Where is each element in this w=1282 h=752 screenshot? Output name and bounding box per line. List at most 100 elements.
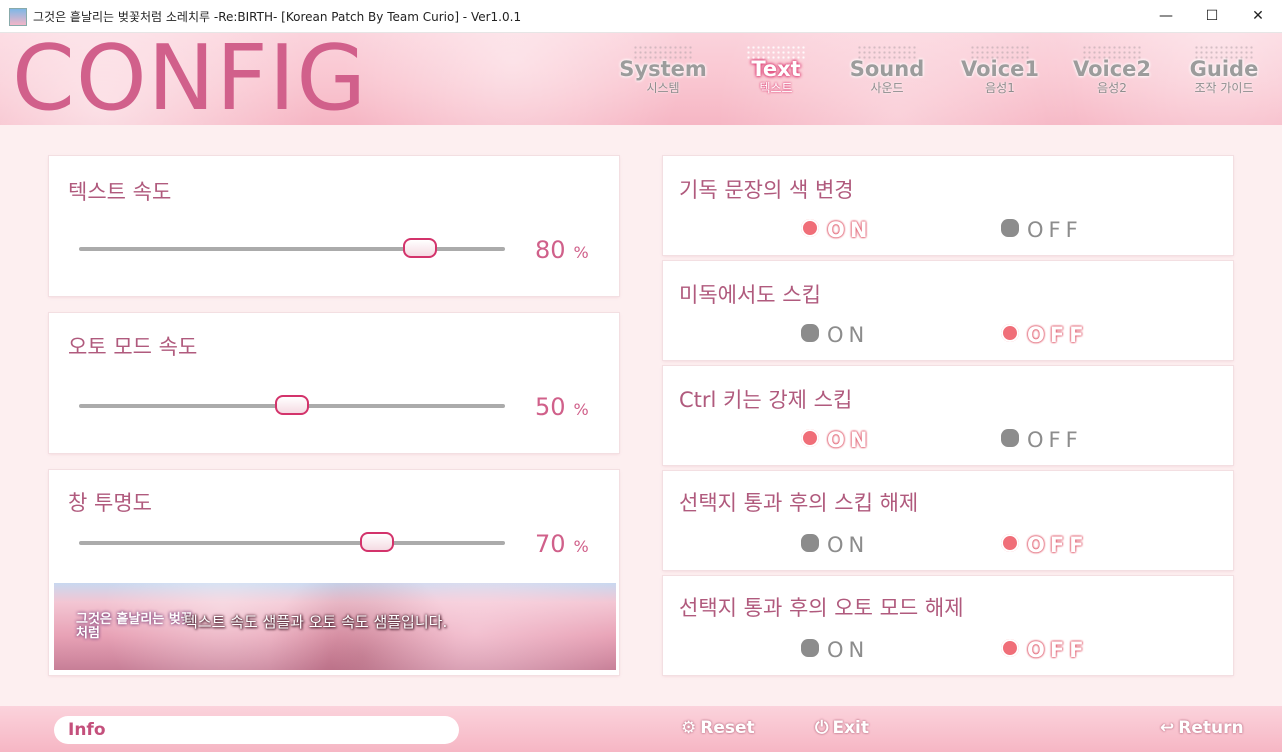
off-toggle[interactable]: OFF	[1001, 638, 1089, 664]
option-label: Ctrl 키는 강제 스킵	[679, 388, 853, 412]
power-icon: ⏻	[815, 718, 829, 738]
tab-system[interactable]: System 시스템	[608, 45, 718, 95]
diamond-marker-icon	[1001, 324, 1019, 342]
gear-icon: ⚙	[681, 718, 697, 738]
value-number: 70	[535, 530, 566, 558]
tab-dots-decoration	[970, 45, 1030, 59]
window-opacity-panel: 창 투명도 70% 그것은 흩날리는 벚꽃처럼 텍스트 속도 샘플과 오토 속도…	[49, 470, 619, 675]
page-title: CONFIG	[12, 33, 368, 125]
option-skip-release-after-choice: 선택지 통과 후의 스킵 해제 ON OFF	[663, 471, 1233, 570]
exit-button[interactable]: ⏻ Exit	[815, 718, 869, 738]
exit-label: Exit	[832, 718, 869, 738]
option-label: 기독 문장의 색 변경	[679, 178, 854, 202]
maximize-button[interactable]: ☐	[1189, 0, 1235, 32]
value-unit: %	[573, 537, 589, 556]
text-speed-label: 텍스트 속도	[68, 180, 172, 204]
toggle-label: OFF	[1027, 533, 1089, 557]
tab-voice1[interactable]: Voice1 음성1	[945, 45, 1055, 95]
window-titlebar: 그것은 흩날리는 벚꽃처럼 소레치루 -Re:BIRTH- [Korean Pa…	[0, 0, 1282, 33]
info-label: Info	[68, 720, 106, 740]
option-auto-release-after-choice: 선택지 통과 후의 오토 모드 해제 ON OFF	[663, 576, 1233, 675]
tab-guide[interactable]: Guide 조작 가이드	[1169, 45, 1279, 95]
text-speed-value: 80%	[535, 236, 589, 264]
diamond-marker-icon	[1001, 534, 1019, 552]
tab-label: Voice2	[1072, 57, 1152, 81]
diamond-marker-icon	[801, 639, 819, 657]
return-arrow-icon: ↩	[1160, 718, 1175, 738]
option-label: 미독에서도 스킵	[679, 283, 821, 307]
tab-text[interactable]: Text 텍스트	[721, 45, 831, 95]
value-number: 50	[535, 393, 566, 421]
tab-dots-decoration	[633, 45, 693, 59]
tab-dots-decoration	[857, 45, 917, 59]
diamond-marker-icon	[1001, 219, 1019, 237]
tab-label: Guide	[1189, 57, 1259, 81]
tab-label: Voice1	[960, 57, 1040, 81]
on-toggle[interactable]: ON	[801, 533, 869, 559]
toggle-label: OFF	[1027, 218, 1083, 242]
tab-sublabel: 사운드	[870, 81, 904, 95]
diamond-marker-icon	[801, 534, 819, 552]
value-unit: %	[573, 400, 589, 419]
text-speed-slider-thumb[interactable]	[402, 238, 437, 258]
diamond-marker-icon	[801, 429, 819, 447]
return-label: Return	[1178, 718, 1244, 738]
option-read-text-color: 기독 문장의 색 변경 ON OFF	[663, 156, 1233, 255]
value-unit: %	[573, 243, 589, 262]
off-toggle[interactable]: OFF	[1001, 218, 1083, 244]
auto-speed-panel: 오토 모드 속도 50%	[49, 313, 619, 453]
close-button[interactable]: ✕	[1235, 0, 1281, 32]
minimize-button[interactable]: —	[1143, 0, 1189, 32]
diamond-marker-icon	[801, 324, 819, 342]
window-opacity-slider-thumb[interactable]	[360, 532, 395, 552]
reset-button[interactable]: ⚙ Reset	[681, 718, 755, 738]
on-toggle[interactable]: ON	[801, 428, 872, 454]
toggle-label: ON	[827, 533, 870, 557]
window-opacity-label: 창 투명도	[68, 491, 152, 515]
window-opacity-value: 70%	[535, 530, 589, 558]
tab-label: Sound	[849, 57, 925, 81]
tab-dots-decoration	[746, 45, 806, 59]
tab-sublabel: 시스템	[646, 81, 680, 95]
return-button[interactable]: ↩ Return	[1160, 718, 1244, 738]
game-logo: 그것은 흩날리는 벚꽃처럼	[76, 612, 193, 641]
option-skip-unread: 미독에서도 스킵 ON OFF	[663, 261, 1233, 360]
auto-speed-label: 오토 모드 속도	[68, 335, 198, 359]
toggle-label: ON	[827, 638, 870, 662]
on-toggle[interactable]: ON	[801, 323, 869, 349]
tab-label: System	[619, 57, 707, 81]
diamond-marker-icon	[1001, 429, 1019, 447]
off-toggle[interactable]: OFF	[1001, 428, 1083, 454]
option-ctrl-force-skip: Ctrl 키는 강제 스킵 ON OFF	[663, 366, 1233, 465]
tab-label: Text	[751, 57, 801, 81]
info-box: Info	[54, 716, 459, 744]
sample-text: 텍스트 속도 샘플과 오토 속도 샘플입니다.	[184, 613, 448, 631]
off-toggle[interactable]: OFF	[1001, 323, 1089, 349]
tab-sublabel: 텍스트	[759, 81, 793, 95]
toggle-label: ON	[827, 218, 873, 242]
diamond-marker-icon	[1001, 639, 1019, 657]
off-toggle[interactable]: OFF	[1001, 533, 1089, 559]
option-label: 선택지 통과 후의 스킵 해제	[679, 491, 919, 515]
toggle-label: OFF	[1027, 638, 1089, 662]
app-icon	[9, 8, 27, 26]
on-toggle[interactable]: ON	[801, 638, 869, 664]
tab-dots-decoration	[1194, 45, 1254, 59]
window-opacity-slider-track[interactable]	[79, 532, 505, 552]
footer-bar: Info ⚙ Reset ⏻ Exit ↩ Return	[0, 706, 1282, 752]
auto-speed-value: 50%	[535, 393, 589, 421]
diamond-marker-icon	[801, 219, 819, 237]
toggle-label: OFF	[1027, 428, 1083, 452]
tab-sublabel: 음성1	[985, 81, 1015, 95]
on-toggle[interactable]: ON	[801, 218, 872, 244]
text-speed-panel: 텍스트 속도 80%	[49, 156, 619, 296]
text-speed-slider-track[interactable]	[79, 238, 505, 258]
toggle-label: ON	[827, 323, 870, 347]
toggle-label: OFF	[1027, 323, 1089, 347]
option-label: 선택지 통과 후의 오토 모드 해제	[679, 596, 964, 620]
tab-sound[interactable]: Sound 사운드	[832, 45, 942, 95]
auto-speed-slider-track[interactable]	[79, 395, 505, 415]
window-title: 그것은 흩날리는 벚꽃처럼 소레치루 -Re:BIRTH- [Korean Pa…	[33, 10, 522, 24]
tab-voice2[interactable]: Voice2 음성2	[1057, 45, 1167, 95]
auto-speed-slider-thumb[interactable]	[275, 395, 309, 415]
